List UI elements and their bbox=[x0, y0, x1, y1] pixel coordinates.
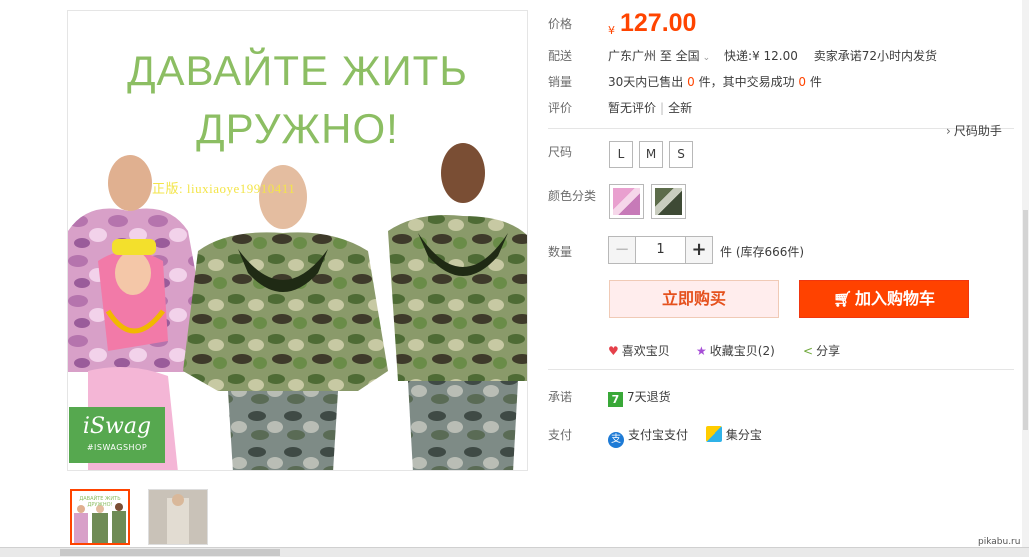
heart-icon: ♥ bbox=[608, 344, 619, 358]
chevron-down-icon: ⌄ bbox=[702, 53, 711, 63]
color-option-1[interactable] bbox=[609, 184, 644, 219]
return-policy[interactable]: 7 7天退货 bbox=[608, 388, 671, 407]
sales-suffix: 件 bbox=[809, 75, 822, 89]
sales-middle: 件，其中交易成功 bbox=[698, 75, 795, 89]
sales-prefix: 30天内已售出 bbox=[608, 75, 684, 89]
price-value: 127.00 bbox=[620, 9, 697, 37]
stock-info: 件 (库存666件) bbox=[720, 245, 805, 259]
brand-name: iSwag bbox=[82, 414, 152, 439]
add-to-cart-label: 加入购物车 bbox=[855, 289, 936, 308]
price-label: 价格 bbox=[548, 17, 573, 31]
color-swatch-2 bbox=[655, 188, 682, 215]
alipay-icon: 支 bbox=[608, 432, 624, 448]
thumbnail-1[interactable]: ДАВАЙТЕ ЖИТЬ ДРУЖНО! bbox=[70, 489, 130, 545]
seven-day-badge-icon: 7 bbox=[608, 392, 623, 407]
poster-illustration bbox=[68, 143, 527, 470]
site-watermark: pikabu.ru bbox=[978, 537, 1021, 547]
brand-tag: #ISWAGSHOP bbox=[86, 443, 148, 452]
alipay-label: 支付宝支付 bbox=[628, 428, 689, 442]
sales-label: 销量 bbox=[548, 75, 573, 89]
add-to-cart-button[interactable]: 🛒︎ 加入购物车 bbox=[799, 280, 969, 318]
thumbnail-1-title: ДАВАЙТЕ ЖИТЬ ДРУЖНО! bbox=[79, 496, 121, 508]
ship-to-select[interactable]: 全国 ⌄ bbox=[676, 49, 711, 63]
star-icon: ★ bbox=[696, 344, 707, 358]
main-product-image[interactable]: ДАВАЙТЕ ЖИТЬ ДРУЖНО! 正版: liuxiaoye199104… bbox=[67, 10, 528, 471]
jifenbao-label: 集分宝 bbox=[725, 428, 762, 442]
horizontal-scrollbar-thumb[interactable] bbox=[60, 549, 280, 556]
reviews-info: 暂无评价 | 全新 bbox=[608, 99, 692, 116]
vertical-scrollbar[interactable] bbox=[1022, 0, 1029, 547]
section-divider-2 bbox=[548, 369, 1014, 370]
size-helper-link[interactable]: › 尺码助手 bbox=[946, 122, 1002, 139]
favorite-button[interactable]: ★ 收藏宝贝(2) bbox=[696, 342, 775, 359]
quantity-decrease-button[interactable]: − bbox=[608, 236, 636, 264]
thumbnail-2-image bbox=[149, 490, 207, 544]
payment-methods: 支支付宝支付 集分宝 bbox=[608, 426, 762, 448]
share-label: 分享 bbox=[816, 344, 841, 358]
color-swatch-1 bbox=[613, 188, 640, 215]
thumbnail-2[interactable] bbox=[148, 489, 208, 545]
divider: | bbox=[660, 101, 665, 115]
buy-now-button[interactable]: 立即购买 bbox=[609, 280, 779, 318]
favorite-label: 收藏宝贝(2) bbox=[709, 344, 775, 358]
ship-promise: 卖家承诺72小时内发货 bbox=[813, 49, 938, 63]
sales-success-count: 0 bbox=[798, 75, 807, 89]
size-option-s[interactable]: S bbox=[669, 141, 693, 168]
reviews-none[interactable]: 暂无评价 bbox=[608, 101, 656, 115]
express-fee: 快递:¥ 12.00 bbox=[724, 49, 798, 63]
currency-symbol: ¥ bbox=[608, 24, 615, 37]
size-option-l[interactable]: L bbox=[609, 141, 633, 168]
cart-icon: 🛒︎ bbox=[832, 290, 853, 308]
quantity-input[interactable]: 1 bbox=[636, 236, 685, 264]
size-option-m[interactable]: M bbox=[639, 141, 663, 168]
ship-from: 广东广州 至 bbox=[608, 49, 672, 63]
quantity-increase-button[interactable]: + bbox=[685, 236, 713, 264]
sales-sold-count: 0 bbox=[687, 75, 695, 89]
color-option-2[interactable] bbox=[651, 184, 686, 219]
payment-label: 支付 bbox=[548, 428, 573, 442]
quantity-label: 数量 bbox=[548, 245, 573, 259]
shipping-label: 配送 bbox=[548, 49, 573, 63]
color-label: 颜色分类 bbox=[548, 189, 597, 203]
size-label: 尺码 bbox=[548, 145, 573, 159]
share-icon: < bbox=[803, 344, 814, 358]
like-label: 喜欢宝贝 bbox=[621, 344, 670, 358]
sales-info: 30天内已售出 0 件，其中交易成功 0 件 bbox=[608, 73, 822, 90]
share-button[interactable]: < 分享 bbox=[803, 342, 840, 359]
size-helper-label: 尺码助手 bbox=[953, 124, 1002, 138]
reviews-label: 评价 bbox=[548, 101, 573, 115]
section-divider bbox=[548, 128, 1014, 129]
promise-label: 承诺 bbox=[548, 390, 573, 404]
alipay-option[interactable]: 支支付宝支付 bbox=[608, 428, 689, 448]
return-policy-label: 7天退货 bbox=[627, 390, 671, 404]
jifenbao-icon bbox=[705, 426, 722, 442]
ship-to: 全国 bbox=[675, 49, 700, 63]
shipping-info: 广东广州 至 全国 ⌄ 快递:¥ 12.00 卖家承诺72小时内发货 bbox=[608, 47, 937, 64]
horizontal-scrollbar[interactable] bbox=[0, 547, 1029, 557]
vertical-scrollbar-thumb[interactable] bbox=[1023, 210, 1028, 430]
brand-logo: iSwag #ISWAGSHOP bbox=[69, 407, 165, 463]
reviews-new[interactable]: 全新 bbox=[668, 101, 692, 115]
image-watermark: 正版: liuxiaoye19910411 bbox=[152, 181, 296, 196]
jifenbao-option[interactable]: 集分宝 bbox=[705, 426, 762, 442]
chevron-right-icon: › bbox=[946, 124, 951, 138]
like-button[interactable]: ♥ 喜欢宝贝 bbox=[608, 342, 670, 359]
